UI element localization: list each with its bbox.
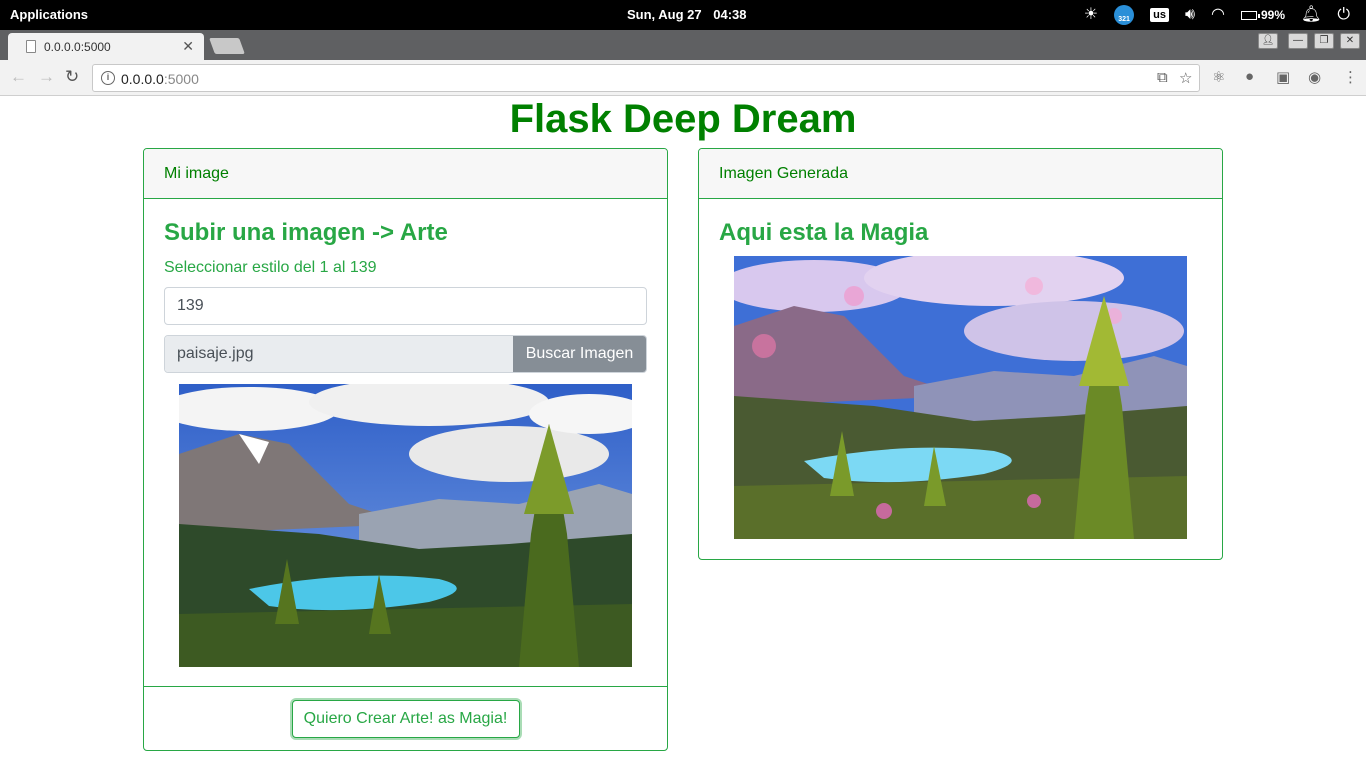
file-picker[interactable]: paisaje.jpg Buscar Imagen bbox=[164, 335, 647, 373]
generated-image bbox=[734, 256, 1187, 539]
translate-icon[interactable]: ⧉ bbox=[1157, 69, 1168, 86]
minimize-button[interactable]: — bbox=[1288, 33, 1308, 49]
landscape-photo bbox=[179, 384, 632, 667]
profile-icon[interactable]: 👤︎ bbox=[1258, 33, 1278, 49]
keyboard-layout[interactable]: us bbox=[1150, 8, 1169, 22]
close-window-button[interactable]: ✕ bbox=[1340, 33, 1360, 49]
extension-react-icon[interactable]: ⚛ bbox=[1212, 68, 1225, 86]
upload-card-footer: Quiero Crear Arte! as Magia! bbox=[144, 686, 667, 750]
site-info-icon[interactable]: i bbox=[101, 71, 115, 85]
battery-percent: 99% bbox=[1261, 8, 1286, 22]
date-label: Sun, Aug 27 bbox=[627, 7, 702, 22]
style-label: Seleccionar estilo del 1 al 139 bbox=[164, 259, 377, 276]
forward-arrow-icon[interactable]: → bbox=[38, 67, 55, 87]
wifi-icon[interactable]: ◠ bbox=[1211, 7, 1225, 23]
reload-icon[interactable]: ↻ bbox=[65, 67, 79, 87]
url-port: :5000 bbox=[163, 71, 199, 87]
browser-menu-icon[interactable]: ⋮ bbox=[1343, 68, 1358, 86]
original-image bbox=[179, 384, 632, 667]
back-arrow-icon[interactable]: ← bbox=[10, 67, 27, 87]
system-top-bar: Applications Sun, Aug 27 04:38 ☀ 321 us … bbox=[0, 0, 1366, 30]
upload-card-title: Subir una imagen -> Arte bbox=[164, 219, 448, 246]
volume-icon[interactable]: 🔊︎ bbox=[1185, 7, 1195, 23]
power-icon[interactable]: ⏻ bbox=[1337, 7, 1350, 23]
upload-card-body: Subir una imagen -> Arte Seleccionar est… bbox=[144, 199, 667, 393]
system-tray: ☀ 321 us 🔊︎ ◠ 99% 🔔︎ ⏻ bbox=[1084, 0, 1366, 30]
page-icon bbox=[26, 40, 36, 53]
notification-badge-icon[interactable]: 321 bbox=[1114, 5, 1135, 25]
clock[interactable]: Sun, Aug 27 04:38 bbox=[627, 7, 747, 22]
address-bar[interactable]: i 0.0.0.0:5000 ⧉ ☆ bbox=[92, 64, 1200, 92]
upload-card-header: Mi image bbox=[144, 149, 667, 199]
tab-title: 0.0.0.0:5000 bbox=[44, 40, 111, 54]
applications-menu[interactable]: Applications bbox=[10, 7, 88, 22]
battery-indicator[interactable]: 99% bbox=[1241, 8, 1285, 22]
extension-image-icon[interactable]: ▣ bbox=[1276, 68, 1290, 86]
result-card-header: Imagen Generada bbox=[699, 149, 1222, 199]
page-title: Flask Deep Dream bbox=[509, 97, 857, 141]
battery-icon bbox=[1241, 10, 1260, 20]
file-name-field[interactable]: paisaje.jpg bbox=[165, 336, 513, 372]
url-text[interactable]: 0.0.0.0:5000 bbox=[121, 71, 199, 87]
deep-dream-photo bbox=[734, 256, 1187, 539]
result-card: Imagen Generada Aqui esta la Magia bbox=[698, 148, 1223, 560]
new-tab-button[interactable] bbox=[209, 38, 245, 54]
bookmark-star-icon[interactable]: ☆ bbox=[1179, 69, 1192, 87]
close-tab-icon[interactable]: ✕ bbox=[182, 38, 194, 55]
upload-card: Mi image Subir una imagen -> Arte Selecc… bbox=[143, 148, 668, 751]
browser-tab[interactable]: 0.0.0.0:5000 ✕ bbox=[8, 33, 204, 60]
brightness-icon[interactable]: ☀ bbox=[1084, 7, 1098, 23]
browse-image-button[interactable]: Buscar Imagen bbox=[513, 336, 646, 372]
create-art-button[interactable]: Quiero Crear Arte! as Magia! bbox=[291, 699, 520, 738]
browser-toolbar: ← → ↻ i 0.0.0.0:5000 ⧉ ☆ ⚛ ● ▣ ◉ ⋮ bbox=[0, 60, 1366, 96]
extension-bulb-icon[interactable]: ● bbox=[1245, 68, 1254, 85]
tab-strip: 0.0.0.0:5000 ✕ 👤︎ — ❐ ✕ bbox=[0, 30, 1366, 60]
result-card-title: Aqui esta la Magia bbox=[719, 219, 929, 246]
bell-icon[interactable]: 🔔︎ bbox=[1301, 7, 1321, 23]
time-label: 04:38 bbox=[713, 7, 747, 22]
restore-button[interactable]: ❐ bbox=[1314, 33, 1334, 49]
extension-camera-icon[interactable]: ◉ bbox=[1308, 68, 1321, 86]
style-number-input[interactable] bbox=[164, 287, 647, 325]
url-host: 0.0.0.0 bbox=[121, 71, 164, 87]
